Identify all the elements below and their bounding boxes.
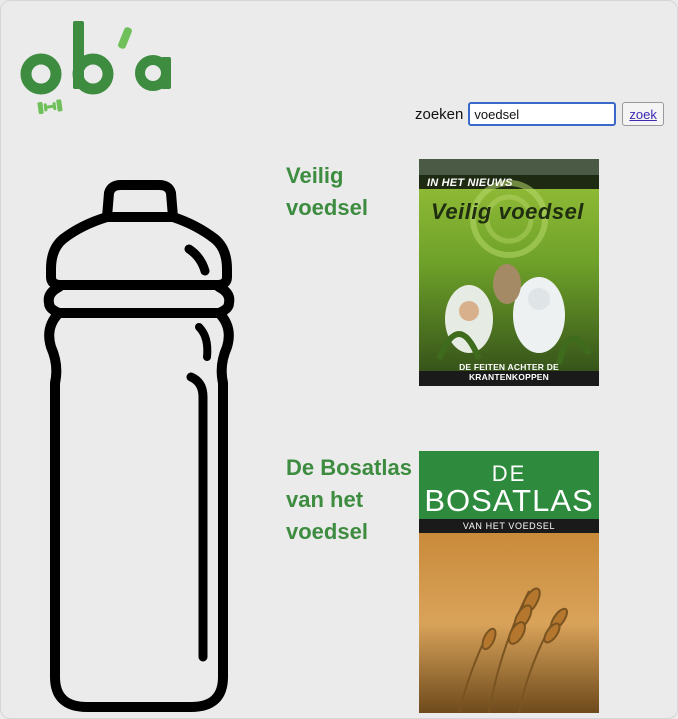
page-frame: zoeken zoek Veilig voedsel	[0, 0, 678, 719]
search-label: zoeken	[415, 105, 464, 123]
search-input[interactable]	[468, 102, 617, 126]
cover-footer: DE FEITEN ACHTER DE KRANTENKOPPEN	[459, 362, 559, 382]
oba-logo-graphic	[20, 21, 171, 115]
result-title-veilig-voedsel[interactable]: Veilig voedsel	[286, 160, 406, 224]
book-cover-bosatlas[interactable]: DE BOSATLAS VAN HET VOEDSEL	[419, 451, 599, 713]
cover-title: BOSATLAS	[424, 483, 594, 518]
book-cover-veilig-voedsel[interactable]: IN HET NIEUWS Veilig voedsel DE FEITEN A…	[419, 159, 599, 386]
cover-subtitle: VAN HET VOEDSEL	[462, 521, 556, 531]
search-form: zoeken zoek	[415, 102, 664, 126]
oba-logo[interactable]	[17, 17, 177, 117]
search-button[interactable]: zoek	[622, 102, 664, 126]
result-title-bosatlas[interactable]: De Bosatlas van het voedsel	[286, 452, 421, 548]
water-bottle-icon	[41, 177, 241, 718]
cover-title: Veilig voedsel	[431, 199, 584, 224]
cover-strap: IN HET NIEUWS	[427, 177, 513, 189]
cover-art	[419, 159, 599, 386]
